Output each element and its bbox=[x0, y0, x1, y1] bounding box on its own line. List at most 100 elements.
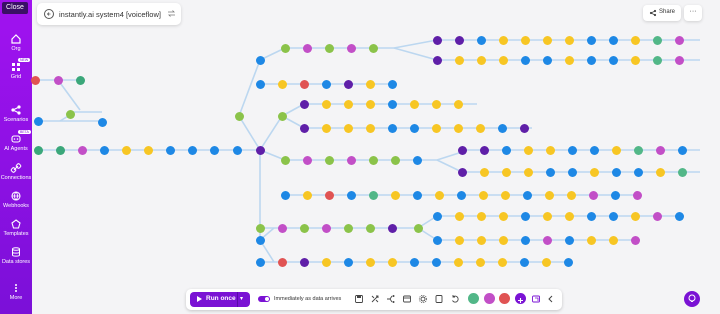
notes-icon[interactable] bbox=[434, 294, 444, 304]
module-node[interactable] bbox=[409, 123, 419, 133]
module-node[interactable] bbox=[632, 190, 642, 200]
module-node[interactable] bbox=[652, 35, 662, 45]
more-options-button[interactable]: ··· bbox=[684, 5, 702, 21]
module-node[interactable] bbox=[454, 211, 464, 221]
module-node[interactable] bbox=[564, 211, 574, 221]
module-node[interactable] bbox=[545, 145, 555, 155]
gear-icon[interactable] bbox=[418, 294, 428, 304]
module-node[interactable] bbox=[541, 257, 551, 267]
module-node[interactable] bbox=[365, 99, 375, 109]
module-node[interactable] bbox=[564, 35, 574, 45]
module-node[interactable] bbox=[365, 79, 375, 89]
module-node[interactable] bbox=[30, 75, 40, 85]
module-node[interactable] bbox=[454, 235, 464, 245]
chevron-down-icon[interactable]: ▾ bbox=[240, 295, 243, 302]
sidebar-item-scenarios[interactable]: Scenarios bbox=[0, 104, 32, 123]
module-node[interactable] bbox=[567, 145, 577, 155]
sidebar-item-org[interactable]: Org bbox=[0, 33, 32, 52]
text-parser-icon[interactable] bbox=[499, 293, 510, 304]
module-node[interactable] bbox=[589, 145, 599, 155]
module-node[interactable] bbox=[475, 123, 485, 133]
module-node[interactable] bbox=[498, 55, 508, 65]
module-node[interactable] bbox=[121, 145, 131, 155]
sidebar-item-data-stores[interactable]: Data stores bbox=[0, 246, 32, 265]
module-node[interactable] bbox=[542, 211, 552, 221]
module-node[interactable] bbox=[677, 145, 687, 155]
module-node[interactable] bbox=[409, 257, 419, 267]
module-node[interactable] bbox=[234, 111, 244, 121]
module-node[interactable] bbox=[630, 55, 640, 65]
module-node[interactable] bbox=[321, 79, 331, 89]
module-node[interactable] bbox=[324, 190, 334, 200]
module-node[interactable] bbox=[255, 257, 265, 267]
module-node[interactable] bbox=[454, 35, 464, 45]
module-node[interactable] bbox=[346, 190, 356, 200]
module-node[interactable] bbox=[586, 235, 596, 245]
module-node[interactable] bbox=[520, 55, 530, 65]
module-node[interactable] bbox=[564, 55, 574, 65]
flow-control-icon[interactable] bbox=[386, 294, 396, 304]
module-node[interactable] bbox=[674, 35, 684, 45]
module-node[interactable] bbox=[611, 145, 621, 155]
module-node[interactable] bbox=[677, 167, 687, 177]
module-node[interactable] bbox=[520, 235, 530, 245]
module-node[interactable] bbox=[321, 99, 331, 109]
module-node[interactable] bbox=[519, 123, 529, 133]
module-node[interactable] bbox=[365, 257, 375, 267]
module-node[interactable] bbox=[608, 235, 618, 245]
sidebar-item-webhooks[interactable]: Webhooks bbox=[0, 190, 32, 209]
module-node[interactable] bbox=[413, 223, 423, 233]
module-node[interactable] bbox=[630, 235, 640, 245]
module-node[interactable] bbox=[255, 145, 265, 155]
module-node[interactable] bbox=[209, 145, 219, 155]
module-node[interactable] bbox=[302, 155, 312, 165]
module-node[interactable] bbox=[255, 235, 265, 245]
scenario-title[interactable]: instantly.ai system4 [voiceflow] bbox=[59, 10, 161, 19]
run-once-button[interactable]: Run once ▾ bbox=[190, 292, 250, 307]
module-node[interactable] bbox=[589, 167, 599, 177]
module-node[interactable] bbox=[588, 190, 598, 200]
sidebar-item-more[interactable]: More bbox=[0, 282, 32, 301]
module-node[interactable] bbox=[232, 145, 242, 155]
module-node[interactable] bbox=[299, 99, 309, 109]
module-node[interactable] bbox=[33, 116, 43, 126]
module-node[interactable] bbox=[277, 257, 287, 267]
module-node[interactable] bbox=[255, 79, 265, 89]
module-node[interactable] bbox=[520, 35, 530, 45]
module-node[interactable] bbox=[457, 145, 467, 155]
module-node[interactable] bbox=[630, 211, 640, 221]
module-node[interactable] bbox=[431, 123, 441, 133]
module-node[interactable] bbox=[586, 55, 596, 65]
scenario-canvas[interactable] bbox=[30, 0, 720, 314]
module-node[interactable] bbox=[321, 257, 331, 267]
module-node[interactable] bbox=[476, 35, 486, 45]
module-node[interactable] bbox=[434, 190, 444, 200]
sidebar-item-ai-agents[interactable]: BETA AI Agents bbox=[0, 130, 32, 152]
module-node[interactable] bbox=[412, 190, 422, 200]
module-node[interactable] bbox=[501, 167, 511, 177]
module-node[interactable] bbox=[55, 145, 65, 155]
module-node[interactable] bbox=[165, 145, 175, 155]
module-node[interactable] bbox=[280, 155, 290, 165]
module-node[interactable] bbox=[302, 43, 312, 53]
module-node[interactable] bbox=[542, 235, 552, 245]
sidebar-item-grid[interactable]: NEW Grid bbox=[0, 58, 32, 80]
explain-flow-icon[interactable] bbox=[531, 294, 541, 304]
module-node[interactable] bbox=[611, 167, 621, 177]
module-node[interactable] bbox=[365, 123, 375, 133]
module-node[interactable] bbox=[324, 43, 334, 53]
module-node[interactable] bbox=[498, 235, 508, 245]
module-node[interactable] bbox=[520, 211, 530, 221]
module-node[interactable] bbox=[387, 79, 397, 89]
module-node[interactable] bbox=[277, 223, 287, 233]
module-node[interactable] bbox=[566, 190, 576, 200]
module-node[interactable] bbox=[368, 43, 378, 53]
module-node[interactable] bbox=[368, 190, 378, 200]
module-node[interactable] bbox=[674, 55, 684, 65]
module-node[interactable] bbox=[674, 211, 684, 221]
module-node[interactable] bbox=[299, 123, 309, 133]
module-node[interactable] bbox=[522, 190, 532, 200]
module-node[interactable] bbox=[497, 123, 507, 133]
scenario-settings-icon[interactable] bbox=[402, 294, 412, 304]
module-node[interactable] bbox=[453, 257, 463, 267]
